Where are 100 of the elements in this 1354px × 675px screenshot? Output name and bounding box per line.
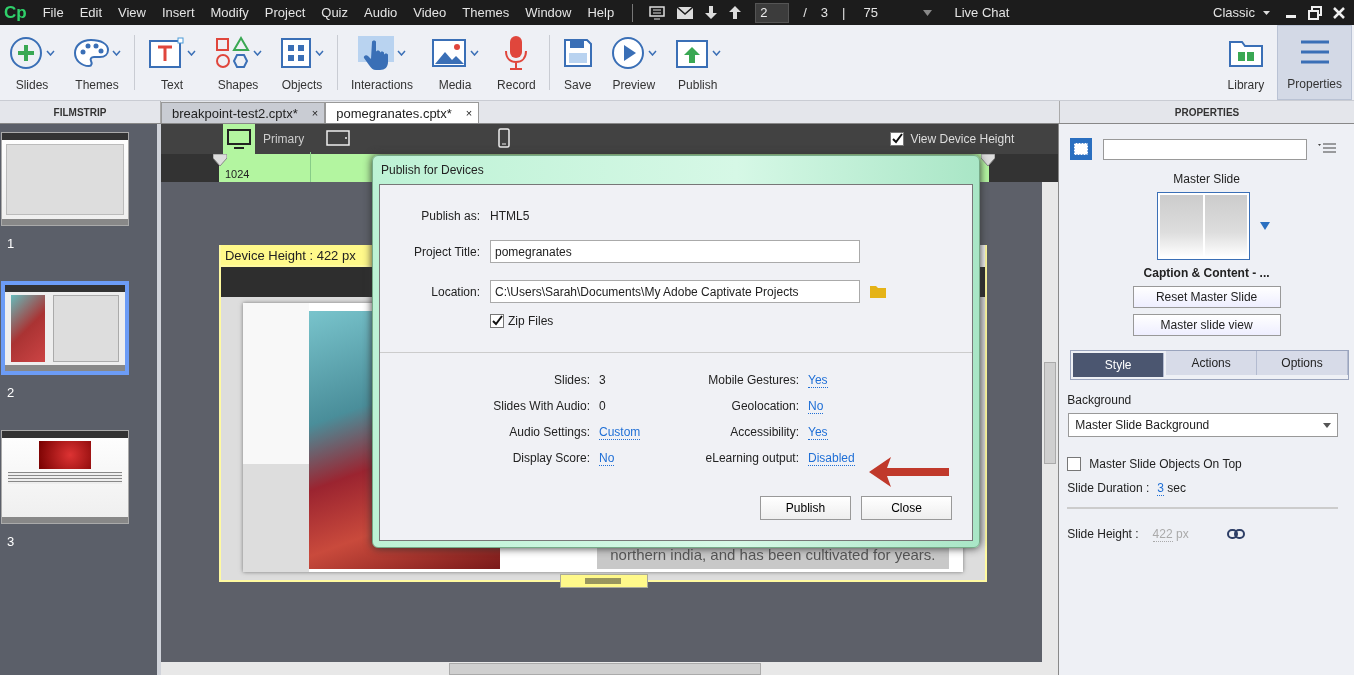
caret-icon (112, 50, 121, 56)
envelope-icon[interactable] (677, 6, 694, 19)
app-logo: Cp (3, 2, 28, 23)
phone-icon (498, 127, 511, 148)
page-separator: / (803, 5, 807, 20)
tab-close-button[interactable]: × (311, 107, 319, 119)
menu-item[interactable]: Window (517, 5, 580, 20)
section-label: Master Slide (1172, 172, 1241, 186)
screen-icon[interactable] (649, 5, 666, 20)
dropdown-triangle-icon[interactable] (1260, 222, 1271, 230)
toolbar-button[interactable]: Shapes (205, 25, 271, 100)
summary-value: 3 (599, 373, 606, 387)
toolbar-button[interactable]: Interactions (342, 25, 423, 100)
panel-button[interactable]: Master slide view (1132, 314, 1281, 336)
workspace-switcher[interactable]: Classic (1213, 5, 1255, 20)
name-field[interactable] (1103, 138, 1308, 160)
caret-icon (253, 50, 262, 56)
rectangle-select-icon (1070, 138, 1093, 160)
page-count: 3 (820, 5, 829, 20)
checkbox[interactable] (490, 314, 504, 328)
panel-tab[interactable]: Style (1073, 353, 1165, 377)
menu-item[interactable]: Edit (71, 5, 111, 20)
setting-link[interactable]: No (599, 451, 615, 466)
summary-label: Slides: (552, 373, 591, 387)
toolbar-button[interactable]: Library (1218, 25, 1274, 100)
dialog-button[interactable]: Publish (760, 496, 851, 520)
summary-label: Geolocation: (730, 399, 800, 413)
slide-thumbnail[interactable] (1, 430, 129, 524)
caret-icon[interactable] (1263, 10, 1270, 15)
setting-link[interactable]: Custom (599, 425, 641, 440)
field-label: Project Title: (412, 244, 480, 259)
panel-tab[interactable]: Actions (1166, 351, 1258, 375)
duration-value[interactable]: 3 (1157, 481, 1164, 496)
menu-item[interactable]: Modify (202, 5, 257, 20)
device-tab[interactable]: Primary (218, 124, 309, 154)
restore-icon[interactable] (1308, 5, 1322, 20)
input-field[interactable]: C:\Users\Sarah\Documents\My Adobe Captivate Projects (490, 280, 860, 303)
publish-format: HTML5 (490, 209, 531, 223)
toolbar-button[interactable]: Slides (0, 25, 64, 100)
toolbar-button[interactable]: Publish (665, 25, 730, 100)
slide-number: 2 (6, 385, 16, 400)
setting-link[interactable]: No (808, 399, 824, 414)
resize-handle[interactable] (559, 574, 648, 588)
field-label: Slide Duration : (1067, 481, 1150, 495)
slide-thumbnail[interactable] (1, 132, 129, 226)
menu-item[interactable]: Quiz (313, 5, 356, 20)
menu-item[interactable]: Help (579, 5, 623, 20)
hand-pointer-icon (358, 36, 394, 70)
horizontal-scrollbar[interactable] (160, 662, 1059, 675)
menu-item[interactable]: Project (256, 5, 314, 20)
toolbar-button[interactable]: Save (553, 25, 602, 100)
zoom-field[interactable]: 75 (863, 5, 914, 20)
field-label: Slide Height : (1067, 527, 1139, 541)
toolbar-button[interactable]: Themes (64, 25, 130, 100)
document-tab[interactable]: pomegranates.cptx* × (325, 102, 480, 123)
tablet-icon (326, 129, 351, 146)
panel-button[interactable]: Reset Master Slide (1132, 286, 1281, 308)
menu-item[interactable]: File (34, 5, 72, 20)
toolbar-button[interactable]: Media (422, 25, 489, 100)
checkbox-label: Master Slide Objects On Top (1089, 457, 1242, 471)
toolbar-button[interactable]: Objects (271, 25, 333, 100)
page-field[interactable]: 2 (755, 2, 790, 23)
summary-label: Audio Settings: (508, 425, 591, 439)
arrow-up-icon[interactable] (729, 6, 742, 19)
tab-close-button[interactable]: × (465, 107, 473, 119)
background-dropdown[interactable]: Master Slide Background (1068, 413, 1338, 437)
setting-link[interactable]: Yes (808, 373, 828, 388)
link-icon[interactable] (1226, 529, 1245, 539)
slide-thumbnail[interactable] (1, 281, 129, 375)
toolbar-button[interactable]: Preview (601, 25, 666, 100)
panel-title: PROPERTIES (1173, 105, 1241, 120)
input-field[interactable]: pomegranates (490, 240, 860, 263)
master-slide-thumbnail[interactable] (1157, 192, 1251, 260)
menu-item[interactable]: Audio (356, 5, 406, 20)
arrow-down-icon[interactable] (705, 6, 718, 19)
setting-link[interactable]: Yes (808, 425, 828, 440)
toolbar-button[interactable]: Properties (1277, 25, 1352, 100)
toolbar-button[interactable]: Text (139, 25, 205, 100)
summary-label: Display Score: (511, 451, 591, 465)
panel-tab[interactable]: Options (1257, 351, 1348, 375)
field-label: Background (1066, 393, 1133, 407)
menu-item[interactable]: Themes (454, 5, 518, 20)
grid-icon (280, 37, 312, 69)
toolbar-button[interactable]: Record (488, 25, 545, 100)
menu-item[interactable]: View (110, 5, 154, 20)
document-tab[interactable]: breakpoint-test2.cptx* × (161, 102, 326, 123)
close-icon[interactable] (1332, 5, 1346, 20)
divider-mark: | (842, 5, 846, 20)
checkbox[interactable] (1067, 457, 1082, 471)
menu-item[interactable]: Insert (154, 5, 203, 20)
checkbox[interactable] (890, 132, 905, 146)
dialog-button[interactable]: Close (861, 496, 952, 520)
panel-title: FILMSTRIP (52, 105, 108, 120)
folder-book-icon (1227, 38, 1264, 68)
live-chat-link[interactable]: Live Chat (954, 5, 1010, 20)
dialog-title: Publish for Devices (380, 162, 485, 179)
menu-item[interactable]: Video (405, 5, 455, 20)
vertical-scrollbar[interactable] (1042, 182, 1059, 662)
setting-link[interactable]: Disabled (808, 451, 855, 466)
master-slide-name: Caption & Content - ... (1142, 266, 1271, 280)
